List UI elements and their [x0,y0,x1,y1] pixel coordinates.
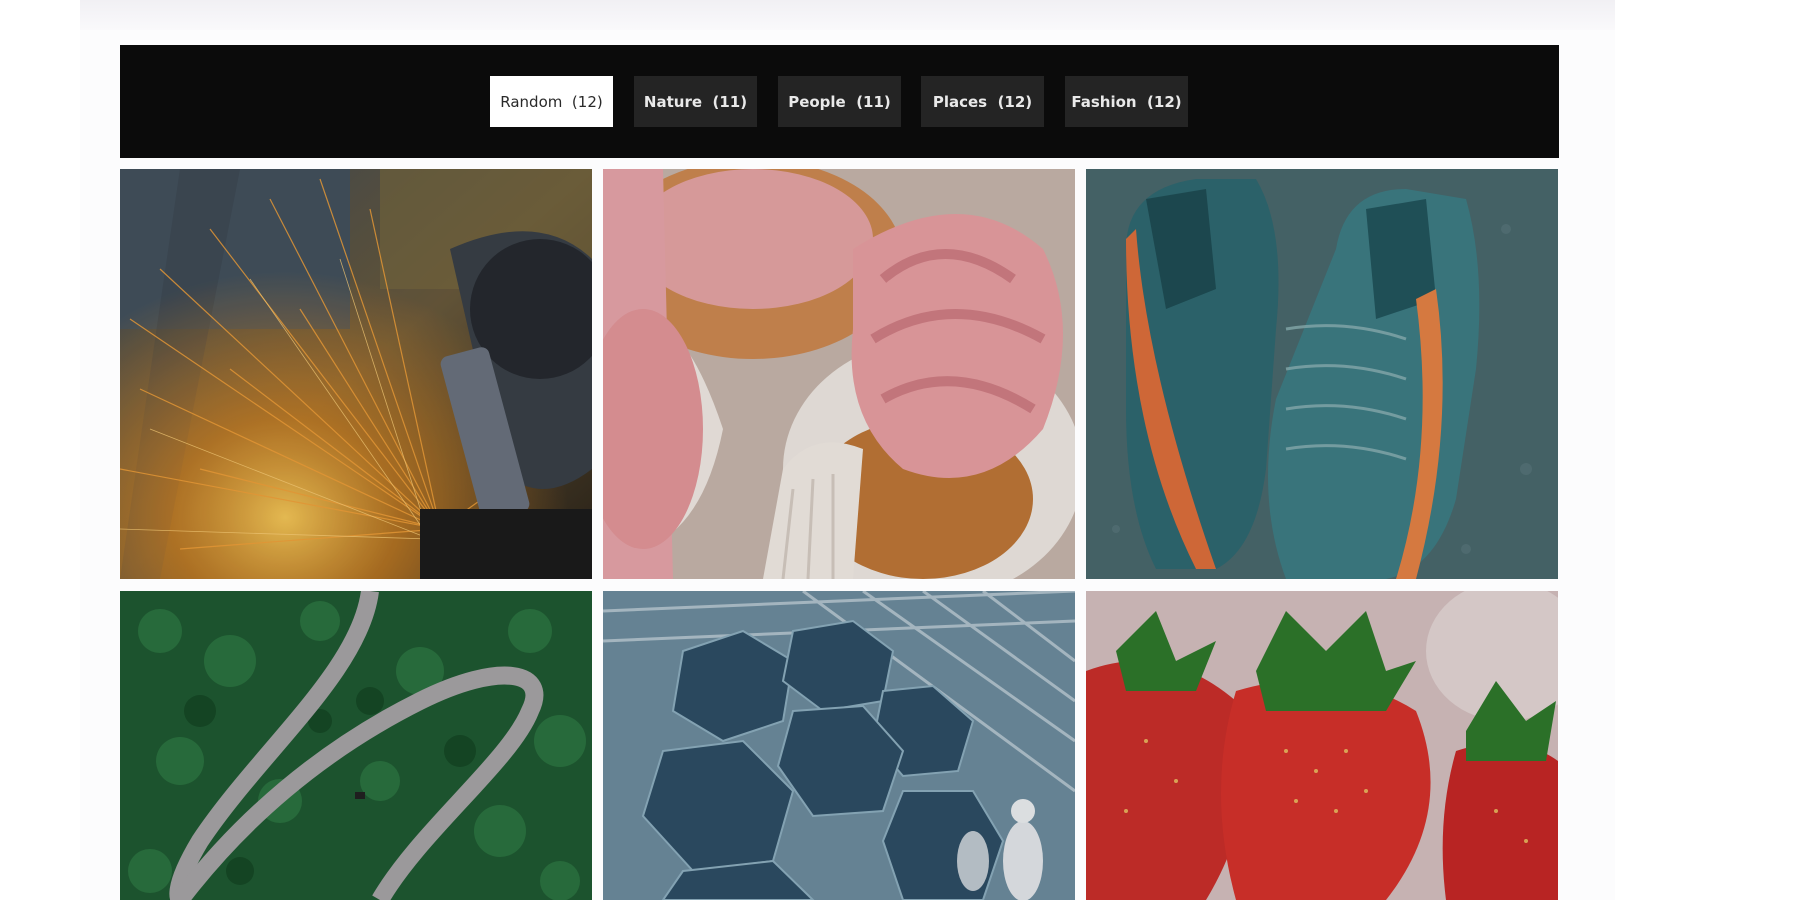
sneakers-image [1086,169,1558,579]
hex-mirrors-image [603,591,1075,900]
grinder-sparks-image [120,169,592,579]
filter-count: (12) [997,92,1033,111]
filter-fashion-button[interactable]: Fashion (12) [1065,76,1188,127]
filter-label: Nature [643,92,703,111]
gallery-item-grinder-sparks[interactable] [120,169,592,579]
filter-label: People [788,92,846,111]
filter-random-button[interactable]: Random (12) [490,76,613,127]
filter-people-button[interactable]: People (11) [778,76,901,127]
strawberries-image [1086,591,1558,900]
filter-label: Places [932,92,988,111]
filter-nature-button[interactable]: Nature (11) [634,76,757,127]
filter-count: (11) [712,92,748,111]
gallery-item-strawberries[interactable] [1086,591,1558,900]
filter-count: (12) [571,92,603,111]
filter-label: Random [500,92,563,111]
cupcakes-image [603,169,1075,579]
filter-bar: Random (12) Nature (11) People (11) Plac… [120,45,1559,158]
page: Random (12) Nature (11) People (11) Plac… [0,0,1800,900]
winding-road-image [120,591,592,900]
header-shadow [80,0,1615,30]
gallery-item-winding-road[interactable] [120,591,592,900]
gallery-item-hex-mirrors[interactable] [603,591,1075,900]
filter-count: (11) [856,92,891,111]
filter-places-button[interactable]: Places (12) [921,76,1044,127]
gallery-item-sneakers[interactable] [1086,169,1558,579]
gallery-item-cupcakes[interactable] [603,169,1075,579]
filter-label: Fashion [1071,92,1137,111]
filter-count: (12) [1147,92,1182,111]
